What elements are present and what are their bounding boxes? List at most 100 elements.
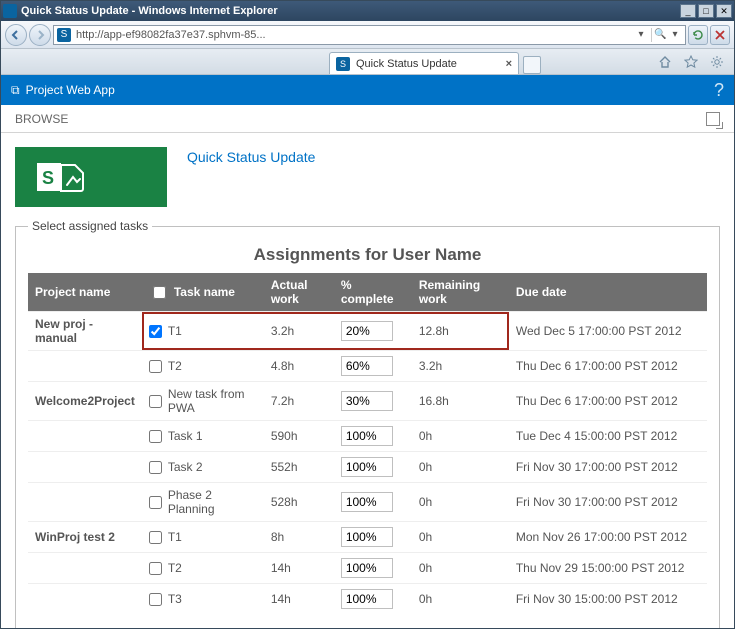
task-checkbox[interactable] — [149, 325, 162, 338]
sharepoint-icon: S — [37, 157, 87, 197]
help-icon[interactable]: ? — [714, 80, 724, 101]
tab-title: Quick Status Update — [356, 58, 457, 70]
col-task-label: Task name — [174, 285, 235, 299]
task-name: Task 1 — [168, 429, 203, 443]
pct-input[interactable] — [341, 321, 393, 341]
assigned-tasks-fieldset: Select assigned tasks Assignments for Us… — [15, 219, 720, 628]
assignments-table: Project name Task name Actual work % com… — [28, 273, 707, 614]
back-button[interactable] — [5, 24, 27, 46]
cell-due: Thu Dec 6 17:00:00 PST 2012 — [509, 351, 707, 382]
cell-pct — [334, 553, 412, 584]
cell-remaining: 3.2h — [412, 351, 509, 382]
task-checkbox[interactable] — [149, 562, 162, 575]
minimize-button[interactable]: _ — [680, 4, 696, 18]
cell-task[interactable]: Task 1 — [142, 421, 264, 452]
pct-input[interactable] — [341, 391, 393, 411]
cell-pct — [334, 382, 412, 421]
col-task[interactable]: Task name — [142, 273, 264, 312]
stop-icon — [715, 30, 725, 40]
cell-task[interactable]: Task 2 — [142, 452, 264, 483]
cell-actual: 552h — [264, 452, 334, 483]
task-name: T2 — [168, 359, 182, 373]
maximize-button[interactable]: □ — [698, 4, 714, 18]
cell-due: Mon Nov 26 17:00:00 PST 2012 — [509, 522, 707, 553]
window-title: Quick Status Update - Windows Internet E… — [21, 5, 678, 17]
cell-task[interactable]: T2 — [142, 553, 264, 584]
titlebar-favicon — [3, 4, 17, 18]
task-checkbox[interactable] — [149, 593, 162, 606]
cell-pct — [334, 421, 412, 452]
new-tab-button[interactable] — [523, 56, 541, 74]
fieldset-legend: Select assigned tasks — [28, 219, 152, 233]
address-input[interactable] — [74, 28, 631, 42]
browser-navbar: S ▾ 🔍 ▾ — [1, 21, 734, 49]
cell-actual: 8h — [264, 522, 334, 553]
cell-due: Fri Nov 30 17:00:00 PST 2012 — [509, 452, 707, 483]
table-header-row: Project name Task name Actual work % com… — [28, 273, 707, 312]
pct-input[interactable] — [341, 492, 393, 512]
cell-actual: 14h — [264, 584, 334, 615]
cell-remaining: 0h — [412, 452, 509, 483]
cell-remaining: 16.8h — [412, 382, 509, 421]
assignments-title: Assignments for User Name — [28, 245, 707, 265]
cell-task[interactable]: T3 — [142, 584, 264, 615]
task-checkbox[interactable] — [149, 360, 162, 373]
forward-button[interactable] — [29, 24, 51, 46]
cell-task[interactable]: Phase 2 Planning — [142, 483, 264, 522]
cell-pct — [334, 452, 412, 483]
cell-task[interactable]: T1 — [142, 312, 264, 351]
pct-input[interactable] — [341, 457, 393, 477]
home-icon[interactable] — [654, 51, 676, 73]
stop-button[interactable] — [710, 25, 730, 45]
task-name: Phase 2 Planning — [168, 488, 257, 516]
cell-project — [28, 483, 142, 522]
table-row: Task 2 552h 0hFri Nov 30 17:00:00 PST 2012 — [28, 452, 707, 483]
focus-content-icon[interactable] — [706, 112, 720, 126]
task-checkbox[interactable] — [149, 496, 162, 509]
pct-input[interactable] — [341, 426, 393, 446]
close-window-button[interactable]: ✕ — [716, 4, 732, 18]
site-favicon: S — [57, 28, 71, 42]
cell-project — [28, 553, 142, 584]
app-launcher-icon[interactable]: ⧉ — [11, 83, 20, 98]
select-all-checkbox[interactable] — [153, 286, 166, 299]
cell-project — [28, 351, 142, 382]
pct-input[interactable] — [341, 356, 393, 376]
task-checkbox[interactable] — [149, 461, 162, 474]
pct-input[interactable] — [341, 527, 393, 547]
task-name: T1 — [168, 530, 182, 544]
cell-remaining: 0h — [412, 483, 509, 522]
cell-task[interactable]: New task from PWA — [142, 382, 264, 421]
cell-remaining: 12.8h — [412, 312, 509, 351]
task-checkbox[interactable] — [149, 430, 162, 443]
task-checkbox[interactable] — [149, 395, 162, 408]
cell-project — [28, 421, 142, 452]
cell-project: Welcome2Project — [28, 382, 142, 421]
chevron-down-icon[interactable]: ▾ — [668, 28, 682, 42]
browse-tab[interactable]: BROWSE — [15, 112, 68, 126]
dropdown-icon[interactable]: ▾ — [634, 28, 648, 42]
favorites-icon[interactable] — [680, 51, 702, 73]
task-name: Task 2 — [168, 460, 203, 474]
task-name: New task from PWA — [168, 387, 257, 415]
cell-due: Wed Dec 5 17:00:00 PST 2012 — [509, 312, 707, 351]
col-remaining: Remaining work — [412, 273, 509, 312]
gear-icon[interactable] — [706, 51, 728, 73]
tab-close-button[interactable]: × — [506, 58, 512, 70]
search-icon[interactable]: 🔍 — [651, 28, 665, 42]
task-name: T1 — [168, 324, 182, 338]
pct-input[interactable] — [341, 589, 393, 609]
cell-actual: 3.2h — [264, 312, 334, 351]
cell-due: Thu Nov 29 15:00:00 PST 2012 — [509, 553, 707, 584]
cell-actual: 7.2h — [264, 382, 334, 421]
cell-actual: 590h — [264, 421, 334, 452]
browser-tab[interactable]: S Quick Status Update × — [329, 52, 519, 74]
cell-task[interactable]: T2 — [142, 351, 264, 382]
refresh-button[interactable] — [688, 25, 708, 45]
refresh-icon — [692, 29, 704, 41]
col-pct: % complete — [334, 273, 412, 312]
address-bar[interactable]: S ▾ 🔍 ▾ — [53, 25, 686, 45]
task-checkbox[interactable] — [149, 531, 162, 544]
cell-task[interactable]: T1 — [142, 522, 264, 553]
pct-input[interactable] — [341, 558, 393, 578]
